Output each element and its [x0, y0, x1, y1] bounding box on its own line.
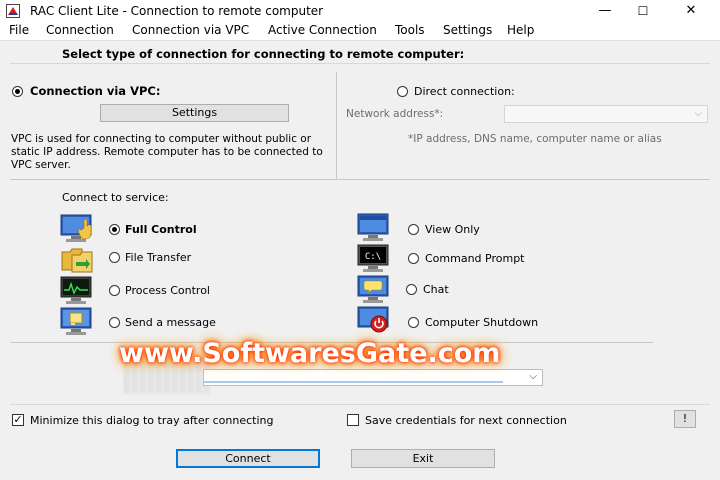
view-only-label[interactable]: View Only [425, 223, 480, 236]
view-only-icon [357, 213, 391, 241]
maximize-button[interactable]: ☐ [620, 0, 666, 22]
command-prompt-radio[interactable] [408, 253, 419, 264]
vertical-divider [336, 72, 337, 180]
chat-icon [357, 275, 391, 303]
send-message-radio[interactable] [109, 317, 120, 328]
connect-to-service-label: Connect to service: [62, 191, 169, 204]
minimize-to-tray-label[interactable]: Minimize this dialog to tray after conne… [30, 414, 274, 427]
full-control-icon [60, 214, 94, 242]
file-transfer-radio[interactable] [109, 252, 120, 263]
direct-connection-radio[interactable] [397, 86, 408, 97]
save-credentials-label[interactable]: Save credentials for next connection [365, 414, 567, 427]
exit-button[interactable]: Exit [351, 449, 495, 468]
watermark-text: www.SoftwaresGate.com [119, 338, 501, 369]
menu-file[interactable]: File [9, 23, 29, 37]
app-icon [6, 4, 20, 18]
chevron-down-icon: ⌵ [694, 108, 702, 119]
info-button[interactable]: ! [674, 410, 696, 428]
view-only-radio[interactable] [408, 224, 419, 235]
top-divider [10, 63, 710, 64]
menu-settings[interactable]: Settings [443, 23, 492, 37]
network-address-combo[interactable]: ⌵ [504, 105, 708, 123]
menu-tools[interactable]: Tools [395, 23, 425, 37]
file-transfer-label[interactable]: File Transfer [125, 251, 191, 264]
full-control-label[interactable]: Full Control [125, 223, 197, 236]
vpc-description: VPC is used for connecting to computer w… [11, 133, 323, 171]
command-prompt-icon-text: C:\ [365, 252, 381, 262]
chat-radio[interactable] [406, 284, 417, 295]
menu-connection-via-vpc[interactable]: Connection via VPC [132, 23, 249, 37]
computer-shutdown-label[interactable]: Computer Shutdown [425, 316, 538, 329]
process-control-radio[interactable] [109, 285, 120, 296]
chat-label[interactable]: Chat [423, 283, 449, 296]
save-credentials-checkbox[interactable] [347, 414, 359, 426]
network-address-label: Network address*: [346, 108, 444, 120]
minimize-to-tray-checkbox[interactable]: ✓ [12, 414, 24, 426]
command-prompt-label[interactable]: Command Prompt [425, 252, 525, 265]
connection-type-heading: Select type of connection for connecting… [62, 47, 465, 61]
file-transfer-icon [60, 244, 94, 273]
menu-active-connection[interactable]: Active Connection [268, 23, 377, 37]
vpc-label[interactable]: Connection via VPC: [30, 84, 160, 98]
connect-button[interactable]: Connect [176, 449, 320, 468]
send-message-icon [60, 307, 94, 335]
network-address-hint: *IP address, DNS name, computer name or … [408, 133, 662, 145]
window-title: RAC Client Lite - Connection to remote c… [30, 4, 324, 18]
close-button[interactable]: ✕ [668, 0, 714, 22]
menu-connection[interactable]: Connection [46, 23, 114, 37]
obscured-highlight [203, 381, 503, 383]
bottom-divider [10, 404, 710, 405]
vpc-settings-button[interactable]: Settings [100, 104, 289, 122]
send-message-label[interactable]: Send a message [125, 316, 216, 329]
vpc-radio[interactable] [12, 86, 23, 97]
obscured-combo[interactable]: ⌵ [203, 369, 543, 386]
menu-help[interactable]: Help [507, 23, 534, 37]
process-control-label[interactable]: Process Control [125, 284, 210, 297]
command-prompt-icon: C:\ [357, 244, 391, 272]
computer-shutdown-icon [357, 306, 391, 334]
direct-connection-label[interactable]: Direct connection: [414, 85, 515, 98]
chevron-down-icon: ⌵ [529, 371, 537, 382]
section-divider [10, 179, 710, 180]
computer-shutdown-radio[interactable] [408, 317, 419, 328]
full-control-radio[interactable] [109, 224, 120, 235]
process-control-icon [60, 276, 94, 304]
